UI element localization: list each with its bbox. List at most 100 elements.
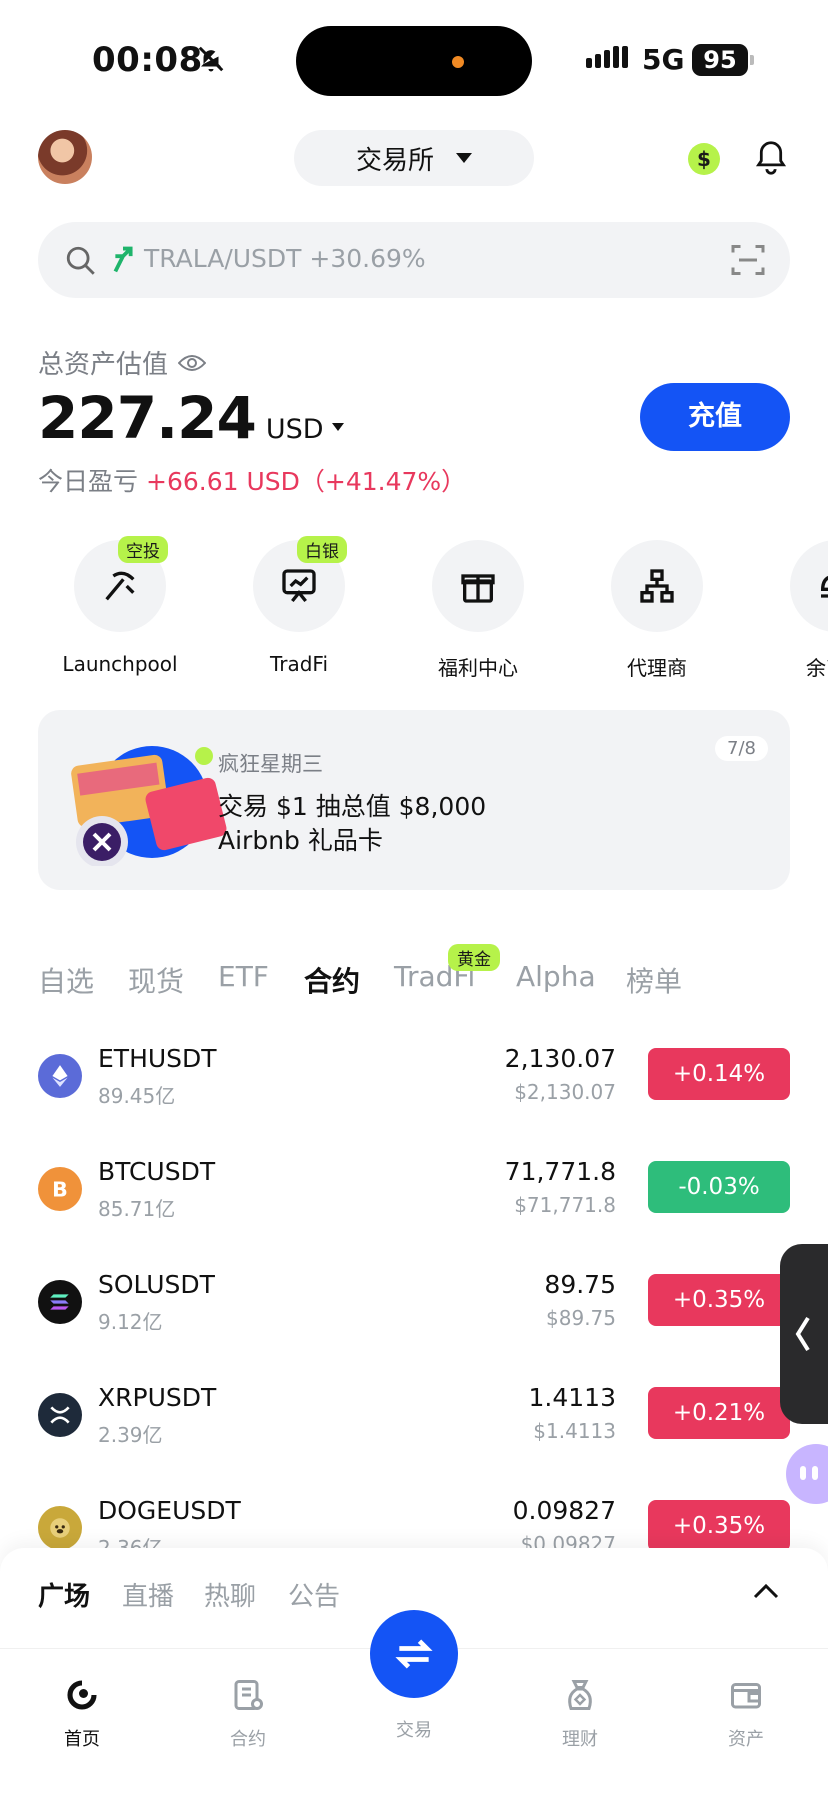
tab-favorites[interactable]: 自选 [38,960,94,1000]
pair-price: 1.4113 [528,1383,616,1412]
pair-volume: 2.39亿 [98,1423,163,1447]
pair-fiat-price: $89.75 [546,1306,616,1330]
pair-name: ETHUSDT [98,1044,217,1073]
shortcut-tag: 白银 [297,536,347,563]
dollar-icon[interactable]: $ [688,143,720,175]
pair-fiat-price: $1.4113 [533,1419,616,1443]
nav-earn[interactable]: 理财 [520,1677,640,1751]
shortcut-rewards-circle [432,540,524,632]
battery-tip [750,55,754,65]
search-bar[interactable]: TRALA/USDT +30.69% [38,222,790,298]
pair-change-badge[interactable]: +0.14% [648,1048,790,1100]
nav-label: 合约 [230,1729,266,1750]
search-trending-text: TRALA/USDT +30.69% [144,244,426,273]
pair-name: XRPUSDT [98,1383,217,1412]
banner-page-indicator: 7/8 [715,736,768,761]
pair-change-badge[interactable]: +0.35% [648,1274,790,1326]
chevron-up-icon[interactable] [752,1580,780,1602]
shortcut-label: Launchpool [62,652,178,676]
nav-label: 首页 [64,1729,100,1750]
pair-price: 89.75 [544,1270,616,1299]
nav-assets[interactable]: 资产 [686,1677,806,1751]
pair-volume: 89.45亿 [98,1084,176,1108]
signal-icon [586,46,628,68]
search-icon [66,246,95,275]
promo-art [71,746,227,866]
asset-value: 227.24 USD [38,384,344,452]
home-icon [67,1680,97,1710]
daily-pnl: 今日盈亏 +66.61 USD（+41.47%） [38,462,466,498]
shortcut-savings[interactable]: 余币 [756,540,828,681]
exchange-switcher[interactable]: 交易所 [294,130,534,186]
shortcut-label: 余币 [806,656,828,680]
nav-futures[interactable]: 合约 [188,1677,308,1751]
notification-bell-icon[interactable] [754,140,788,176]
shortcut-tag: 空投 [118,536,168,563]
feed-tab-live[interactable]: 直播 [122,1576,174,1613]
feed-tab-hot[interactable]: 热聊 [204,1576,256,1613]
sol-icon [38,1280,82,1324]
pair-price: 0.09827 [512,1496,616,1525]
pair-volume: 85.71亿 [98,1197,176,1221]
tab-spot[interactable]: 现货 [128,960,184,1000]
shortcut-rewards[interactable]: 福利中心 [398,540,558,681]
promo-banner[interactable]: 疯狂星期三 交易 $1 抽总值 $8,000 Airbnb 礼品卡 7/8 [38,710,790,890]
shortcut-launchpool-circle: 空投 [74,536,168,632]
pair-fiat-price: $71,771.8 [514,1193,616,1217]
btc-icon: B [38,1167,82,1211]
market-row-eth[interactable]: ETHUSDT 89.45亿 2,130.07 $2,130.07 +0.14% [38,1036,790,1116]
pair-change-badge[interactable]: -0.03% [648,1161,790,1213]
org-chart-icon [640,569,674,603]
avatar[interactable] [38,130,92,184]
scan-icon[interactable] [730,242,766,278]
tab-etf[interactable]: ETF [218,960,269,993]
pair-change-badge[interactable]: +0.21% [648,1387,790,1439]
market-row-sol[interactable]: SOLUSDT 9.12亿 89.75 $89.75 +0.35% [38,1262,790,1342]
trade-button[interactable] [370,1610,458,1698]
battery-level: 95 [692,44,748,76]
gift-icon [461,574,495,603]
pair-price: 71,771.8 [504,1157,616,1186]
shortcut-tradfi-circle: 白银 [253,536,347,632]
assistant-bubble-icon[interactable] [786,1444,828,1504]
asset-unit-selector[interactable]: USD [266,414,324,445]
banner-title: 交易 $1 抽总值 $8,000 Airbnb 礼品卡 [218,790,486,858]
shortcut-savings-circle [790,540,828,632]
pickaxe-icon [105,571,135,601]
asset-amount: 227.24 [38,384,257,452]
shortcut-agent-circle [611,540,703,632]
pair-fiat-price: $2,130.07 [514,1080,616,1104]
pair-name: DOGEUSDT [98,1496,241,1525]
nav-label-trade: 交易 [396,1720,432,1741]
feed-tab-announcements[interactable]: 公告 [288,1576,340,1613]
asset-label-text: 总资产估值 [38,350,169,380]
chevron-down-icon [456,153,472,163]
tab-tradfi-badge: 黄金 [448,944,500,971]
shortcut-agent[interactable]: 代理商 [577,540,737,681]
shortcut-launchpool[interactable]: 空投 Launchpool [40,536,200,676]
market-row-xrp[interactable]: XRPUSDT 2.39亿 1.4113 $1.4113 +0.21% [38,1375,790,1455]
feed-tab-square[interactable]: 广场 [38,1576,90,1613]
nav-home[interactable]: 首页 [22,1677,142,1751]
pair-change-badge[interactable]: +0.35% [648,1500,790,1552]
dynamic-island [296,26,532,96]
banner-title-line1: 交易 $1 抽总值 $8,000 [218,792,487,821]
market-tabs: 自选 现货 ETF 合约 TradFi 黄金 Alpha 榜单 [38,944,798,1004]
deposit-button[interactable]: 充值 [640,383,790,451]
chevron-left-icon [795,1316,810,1352]
eye-icon[interactable] [178,353,207,373]
caret-down-icon[interactable] [331,423,344,431]
trending-up-icon [113,246,133,273]
shortcut-tradfi[interactable]: 白银 TradFi [219,536,379,676]
shortcut-label: 福利中心 [438,656,518,680]
banner-subtitle: 疯狂星期三 [218,752,323,776]
tab-alpha[interactable]: Alpha [516,960,596,993]
tab-futures[interactable]: 合约 [304,960,360,1000]
earn-icon [568,1680,592,1710]
tab-rankings[interactable]: 榜单 [626,960,682,1000]
market-row-btc[interactable]: B BTCUSDT 85.71亿 71,771.8 $71,771.8 -0.0… [38,1149,790,1229]
side-drawer-handle[interactable] [780,1244,828,1424]
status-time: 00:08 [92,40,203,80]
svg-text:B: B [52,1178,68,1202]
bell-muted-icon [198,46,224,72]
